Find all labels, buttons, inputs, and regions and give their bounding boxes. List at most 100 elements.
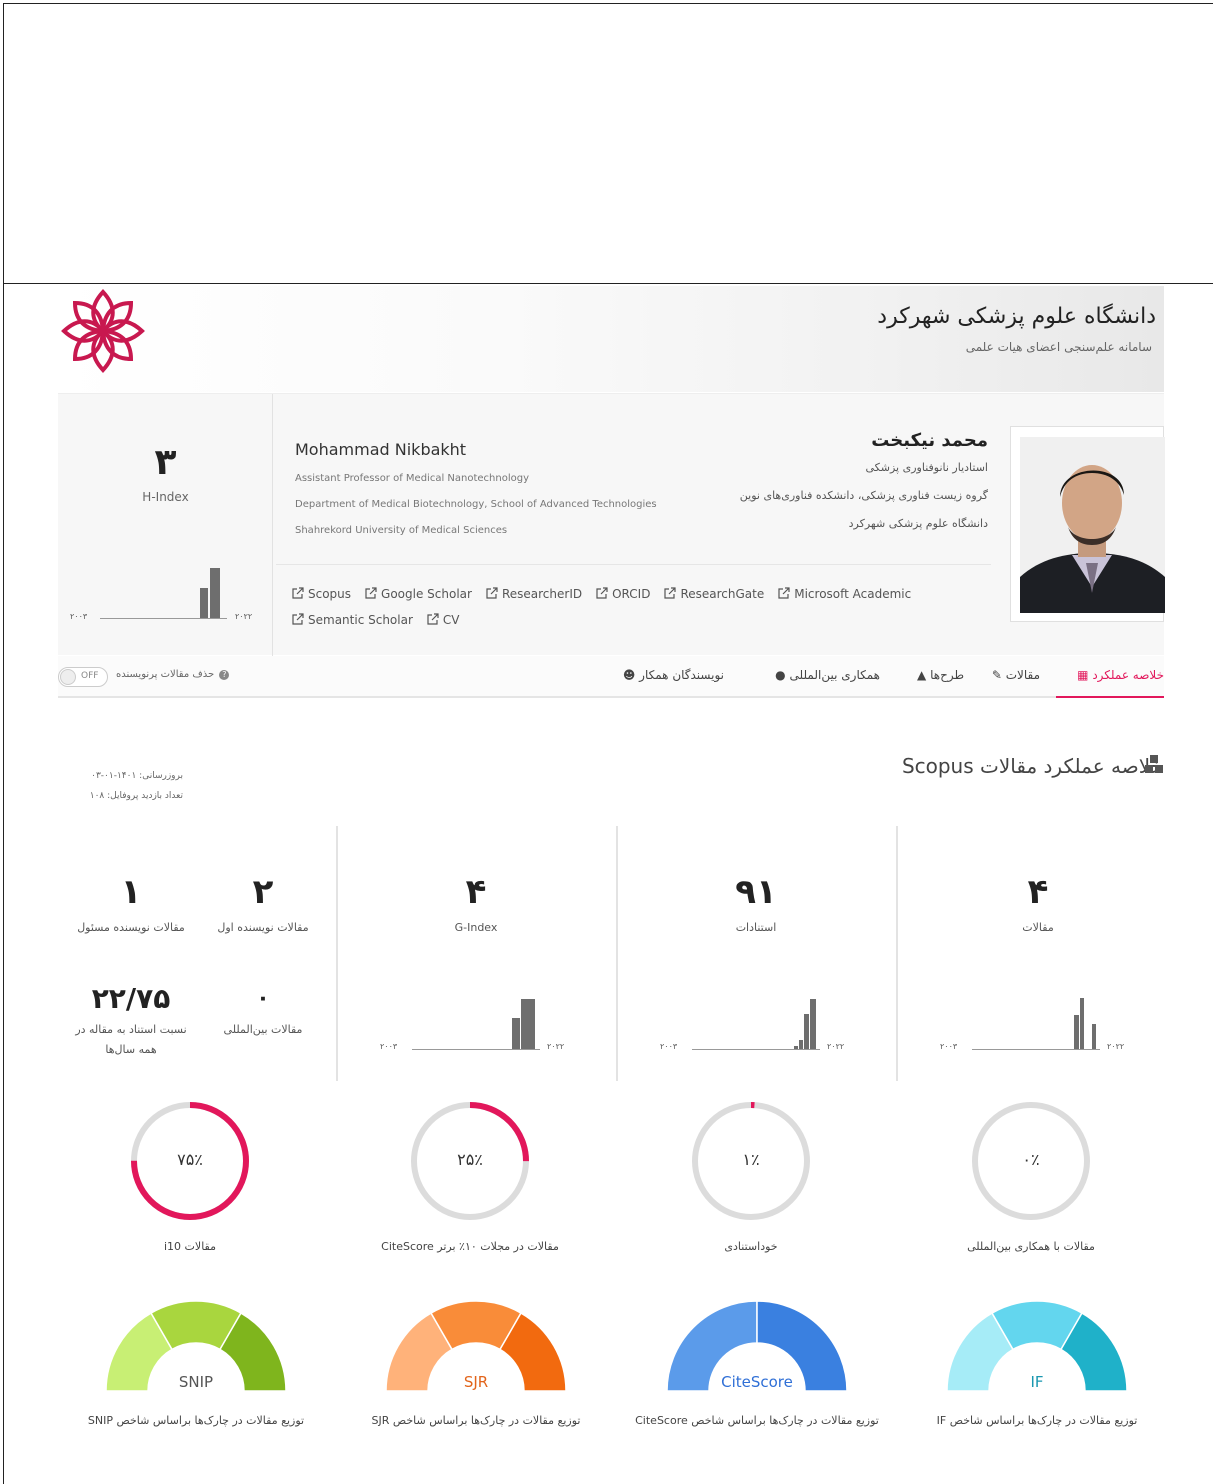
citations-label: استنادات (735, 921, 777, 934)
name-en: Mohammad Nikbakht (295, 440, 467, 459)
tab-projects[interactable]: طرح‌ها ▲ (917, 668, 964, 682)
tab-summary-label: خلاصه عملکرد (1092, 668, 1164, 682)
corr-author-label: مقالات نویسنده مسئول (77, 921, 185, 934)
gauge-label: توزیع مقالات در چارک‌ها براساس شاخص SJR (371, 1414, 581, 1427)
tab-summary[interactable]: خلاصه عملکرد ▦ (1077, 668, 1164, 682)
university-logo (61, 289, 145, 373)
link-label: ResearchGate (680, 587, 765, 601)
toggle-state: OFF (81, 671, 99, 681)
spark-end-year: ۲۰۲۲ (827, 1042, 845, 1051)
h-index-panel: ۳ H-Index ۲۰۰۳ ۲۰۲۲ (58, 394, 273, 656)
remove-multi-author-toggle[interactable]: OFF (58, 667, 108, 687)
spark-bar (200, 588, 208, 618)
corr-author-count: ۱ (120, 872, 142, 912)
link-label: Semantic Scholar (308, 613, 413, 627)
spark-bar (1080, 998, 1084, 1049)
tab-international-label: همکاری بین‌المللی (789, 668, 880, 682)
spark-bar (1092, 1024, 1096, 1049)
gauge-name: IF (1030, 1373, 1044, 1391)
gauge-label: توزیع مقالات در چارک‌ها براساس شاخص SNIP (87, 1414, 305, 1427)
link-semantic-scholar[interactable]: Semantic Scholar (292, 613, 413, 627)
spark-end-year: ۲۰۲۲ (1107, 1042, 1125, 1051)
pencil-icon: ✎ (991, 668, 1002, 682)
globe-icon: ● (775, 668, 786, 682)
citation-ratio-value: ۲۲/۷۵ (91, 982, 171, 1015)
intl-articles-label: مقالات بین‌المللی (223, 1023, 303, 1036)
university-en: Shahrekord University of Medical Science… (295, 525, 508, 536)
citations-sparkline: ۲۰۰۳ ۲۰۲۲ (660, 990, 860, 1052)
column-divider (336, 826, 338, 1081)
department-fa: گروه زیست فناوری پزشکی، دانشکده فناوری‌ه… (739, 489, 988, 502)
link-microsoft-academic[interactable]: Microsoft Academic (778, 587, 911, 601)
toggle-label-text: حذف مقالات پرنویسنده (116, 669, 215, 680)
university-fa: دانشگاه علوم پزشکی شهرکرد (848, 517, 988, 530)
external-link-icon (596, 587, 608, 599)
link-researchgate[interactable]: ResearchGate (664, 587, 764, 601)
spark-start-year: ۲۰۰۳ (940, 1042, 958, 1051)
page-frame (3, 3, 1213, 1484)
profile-info-fa: محمد نیکبخت استادیار نانوفناوری پزشکی گر… (658, 430, 988, 545)
department-en: Department of Medical Biotechnology, Sch… (295, 499, 657, 510)
column-divider (896, 826, 898, 1081)
gauge-label: توزیع مقالات در چارک‌ها براساس شاخص IF (936, 1414, 1138, 1427)
citation-ratio-label: نسبت استناد به مقاله در همه سال‌ها (75, 1023, 187, 1056)
link-label: Google Scholar (381, 587, 472, 601)
tab-international[interactable]: همکاری بین‌المللی ● (775, 668, 880, 682)
first-author-count: ۲ (252, 872, 274, 912)
university-banner: دانشگاه علوم پزشکی شهرکرد سامانه علم‌سنج… (58, 286, 1164, 392)
donut-label: مقالات i10 (164, 1240, 216, 1253)
g-index-label: G-Index (454, 921, 498, 934)
tab-articles-label: مقالات (1005, 668, 1040, 682)
tab-coauthors[interactable]: نویسندگان همکار ☻ (623, 668, 724, 682)
users-icon: ☻ (622, 668, 636, 682)
link-label: Scopus (308, 587, 352, 601)
link-orcid[interactable]: ORCID (596, 587, 650, 601)
tab-projects-label: طرح‌ها (930, 668, 964, 682)
link-label: CV (442, 613, 460, 627)
last-updated: بروزرسانی: ۱۴۰۱-۰۱-۰۳ (91, 771, 183, 781)
portrait-image (1020, 437, 1165, 613)
citations-count: ۹۱ (735, 872, 777, 912)
spark-baseline (412, 1049, 540, 1050)
first-author-label: مقالات نویسنده اول (217, 921, 309, 934)
update-info: بروزرسانی: ۱۴۰۱-۰۱-۰۳ تعداد بازدید پروفا… (58, 766, 183, 806)
intl-articles-count: ۰ (256, 986, 270, 1011)
toggle-label: ? حذف مقالات پرنویسنده (116, 669, 230, 680)
donut-label: مقالات در مجلات ۱۰٪ برتر CiteScore (381, 1240, 559, 1253)
spark-bar (794, 1046, 798, 1049)
donut-label: خوداستنادی (724, 1240, 778, 1253)
tab-articles[interactable]: مقالات ✎ (992, 668, 1040, 682)
articles-sparkline: ۲۰۰۳ ۲۰۲۲ (940, 990, 1140, 1052)
university-title: دانشگاه علوم پزشکی شهرکرد (877, 304, 1156, 329)
column-divider (616, 826, 618, 1081)
profile-visits: تعداد بازدید پروفایل: ۱۰۸ (89, 791, 183, 801)
link-cv[interactable]: CV (427, 613, 460, 627)
spark-start-year: ۲۰۰۳ (380, 1042, 398, 1051)
profile-photo (1010, 426, 1165, 622)
gauge-name: SNIP (178, 1373, 214, 1391)
spark-end-year: ۲۰۲۲ (547, 1042, 565, 1051)
link-google-scholar[interactable]: Google Scholar (365, 587, 472, 601)
spark-bar (804, 1014, 809, 1049)
g-index-value: ۴ (465, 872, 487, 912)
gauge-name: CiteScore (721, 1373, 793, 1391)
active-tab-indicator (1056, 696, 1164, 698)
gauge-name: SJR (463, 1373, 489, 1391)
help-icon: ? (219, 670, 230, 680)
donut-value: ۷۵٪ (177, 1150, 203, 1169)
university-subtitle: سامانه علم‌سنجی اعضای هیات علمی (965, 340, 1152, 354)
link-researcherid[interactable]: ResearcherID (486, 587, 582, 601)
title-fa: استادیار نانوفناوری پزشکی (865, 461, 988, 474)
link-scopus[interactable]: Scopus (292, 587, 351, 601)
articles-label: مقالات (1022, 921, 1054, 934)
tab-bar: OFF ? حذف مقالات پرنویسنده خلاصه عملکرد … (58, 656, 1164, 698)
h-index-value: ۳ (154, 442, 177, 483)
spark-baseline (100, 618, 227, 619)
external-link-icon (292, 613, 304, 625)
donut-value: ۱٪ (742, 1150, 760, 1169)
external-link-icon (365, 587, 377, 599)
external-link-icon (664, 587, 677, 599)
spark-baseline (692, 1049, 820, 1050)
spark-bar (1074, 1015, 1079, 1049)
articles-count: ۴ (1027, 872, 1049, 912)
